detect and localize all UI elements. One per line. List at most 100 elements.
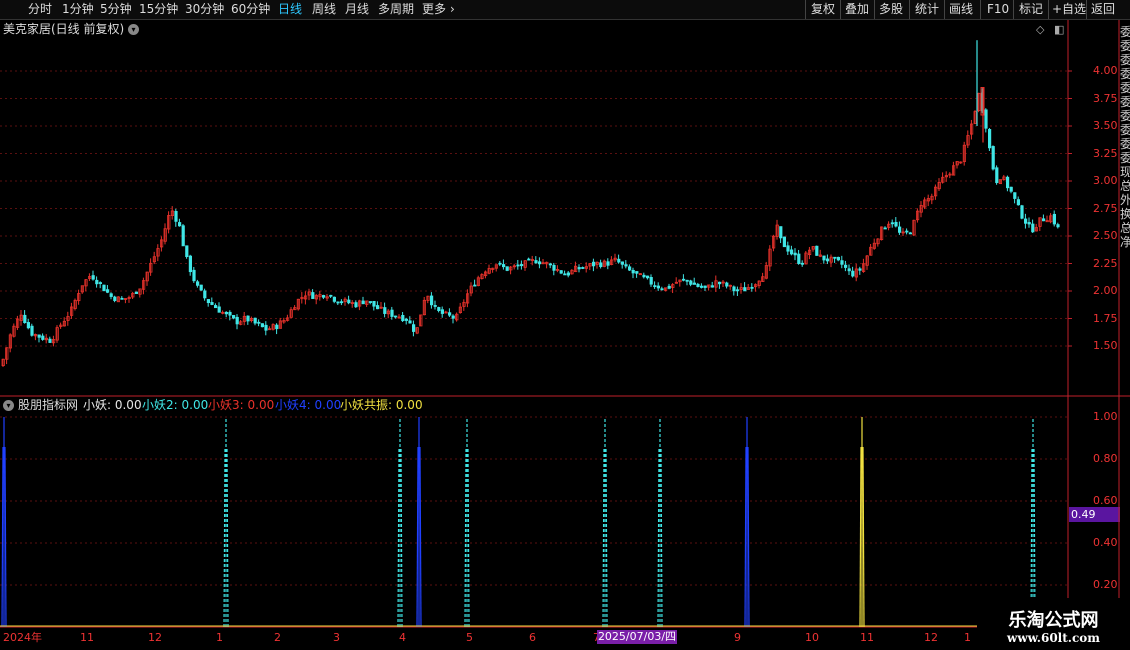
- candle-body: [37, 334, 41, 338]
- candle-body: [898, 226, 902, 233]
- site-watermark: 乐淘公式网 www.60lt.com: [977, 598, 1130, 650]
- candle-body: [649, 277, 653, 285]
- candle-body: [548, 263, 553, 266]
- candle-body: [437, 307, 441, 311]
- candle-body: [174, 210, 178, 222]
- candle-body: [836, 256, 841, 261]
- xiaoyao2-signal: [397, 446, 400, 628]
- candle-body: [30, 325, 34, 336]
- xiaoyao4-signal: [416, 446, 419, 628]
- candle-body: [41, 335, 45, 340]
- xiaoyao2-signal: [400, 446, 403, 628]
- candle-body: [1042, 218, 1046, 222]
- candle-body: [264, 324, 268, 331]
- candle-body: [1031, 223, 1035, 233]
- resonance-signal: [859, 446, 862, 628]
- candle-body: [231, 315, 236, 319]
- candle-body: [520, 264, 524, 267]
- candle-body: [894, 221, 898, 227]
- candle-body: [725, 282, 729, 287]
- candle-body: [383, 307, 387, 314]
- candle-body: [199, 284, 203, 291]
- chart-canvas[interactable]: [0, 0, 1130, 650]
- candle-body: [534, 260, 538, 264]
- candle-body: [984, 109, 988, 129]
- candle-body: [408, 320, 412, 324]
- candle-body: [354, 302, 358, 308]
- candle-body: [1056, 224, 1060, 228]
- candle-body: [206, 299, 210, 304]
- candle-body: [552, 264, 556, 271]
- candle-body: [23, 314, 27, 324]
- candle-body: [624, 264, 628, 267]
- candle-body: [988, 129, 992, 149]
- candle-body: [858, 268, 862, 271]
- xiaoyao2-signal: [660, 446, 663, 628]
- candle-body: [822, 255, 826, 261]
- candle-body: [718, 281, 722, 285]
- candle-body: [95, 279, 99, 285]
- xiaoyao4-signal: [419, 446, 422, 628]
- candle-body: [797, 253, 801, 264]
- xiaoyao2-signal: [602, 446, 605, 628]
- candle-body: [361, 300, 365, 305]
- candle-body: [48, 338, 52, 343]
- candle-body: [246, 315, 250, 322]
- candle-body: [1009, 186, 1013, 192]
- candle-body: [498, 262, 502, 265]
- candle-body: [275, 324, 279, 330]
- candle-body: [646, 275, 650, 279]
- candle-body: [473, 284, 477, 287]
- candle-body: [1006, 176, 1010, 189]
- candle-body: [433, 305, 437, 307]
- candle-body: [1027, 222, 1031, 225]
- candle-body: [347, 299, 351, 304]
- candle-body: [592, 261, 596, 267]
- xiaoyao4-signal: [1, 446, 4, 628]
- candle-body: [120, 297, 124, 300]
- candle-body: [177, 222, 182, 227]
- candle-body: [1024, 218, 1028, 224]
- candle-body: [750, 286, 754, 289]
- candle-body: [703, 285, 707, 288]
- candle-body: [321, 295, 326, 298]
- candle-body: [851, 270, 855, 277]
- candle-body: [224, 311, 228, 315]
- candle-body: [782, 236, 787, 248]
- xiaoyao2-signal: [657, 446, 660, 628]
- candle-body: [538, 261, 542, 265]
- candle-body: [620, 261, 625, 265]
- candle-body: [203, 290, 207, 299]
- candle-body: [779, 226, 783, 239]
- candle-body: [710, 285, 715, 288]
- xiaoyao2-signal: [605, 446, 608, 628]
- candle-body: [401, 315, 405, 322]
- candle-body: [667, 285, 671, 289]
- candle-body: [217, 306, 221, 313]
- candle-body: [890, 222, 895, 225]
- xiaoyao2-signal: [226, 446, 229, 628]
- candle-body: [260, 323, 265, 328]
- candle-body: [682, 278, 686, 281]
- candle-body: [736, 289, 740, 292]
- candle-body: [1052, 213, 1056, 225]
- candle-body: [743, 287, 747, 292]
- candle-body: [505, 266, 509, 271]
- candle-body: [91, 275, 95, 280]
- candle-body: [440, 309, 445, 314]
- candle-body: [599, 262, 603, 268]
- candle-body: [195, 281, 200, 286]
- candle-body: [991, 146, 995, 170]
- candle-body: [577, 267, 581, 270]
- candle-body: [833, 256, 837, 259]
- candle-body: [26, 322, 31, 329]
- candle-body: [995, 167, 999, 184]
- candle-body: [106, 289, 110, 293]
- candle-body: [696, 283, 700, 288]
- candle-body: [451, 315, 455, 319]
- watermark-title: 乐淘公式网: [1008, 610, 1099, 631]
- candle-body: [826, 258, 830, 262]
- candle-body: [847, 268, 851, 272]
- candle-body: [527, 258, 531, 261]
- candle-body: [368, 301, 373, 303]
